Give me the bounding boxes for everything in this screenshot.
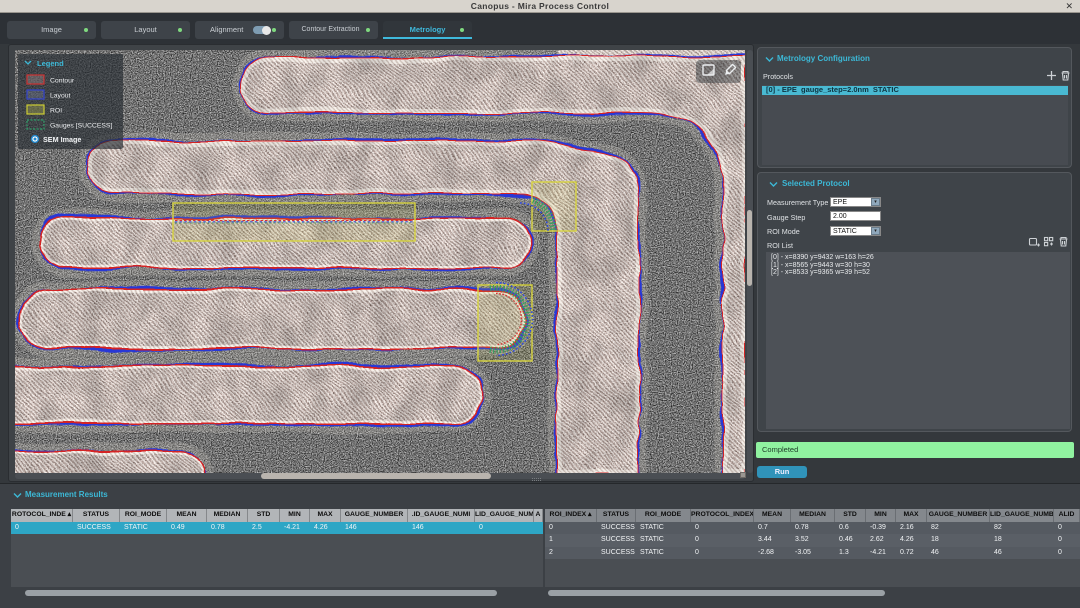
- svg-text:Contour: Contour: [50, 78, 75, 85]
- svg-text:ROI: ROI: [50, 108, 62, 115]
- svg-text:Gauges [SUCCESS]: Gauges [SUCCESS]: [50, 123, 112, 130]
- svg-text:SEM Image: SEM Image: [43, 135, 81, 144]
- svg-text:Layout: Layout: [50, 93, 71, 100]
- svg-text:Legend: Legend: [37, 59, 64, 68]
